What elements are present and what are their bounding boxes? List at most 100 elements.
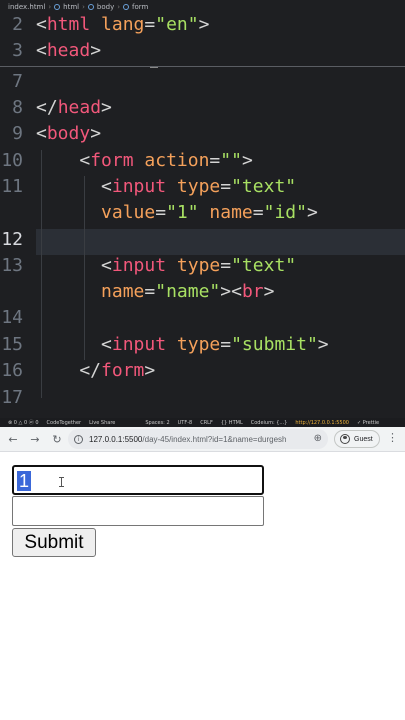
code-line[interactable]: 15 <input type="submit"> (0, 334, 405, 360)
line-number: 9 (12, 123, 23, 144)
code-line[interactable]: 2 <html lang="en"> (0, 14, 405, 40)
address-bar[interactable]: i 127.0.0.1:5500/day-45/index.html?id=1&… (68, 429, 328, 449)
status-item-spaces[interactable]: Spaces: 2 (145, 420, 169, 426)
code-token-pun (199, 202, 210, 223)
line-number: 7 (12, 71, 23, 92)
code-token-pun: > (90, 40, 102, 61)
code-token-tag: form (101, 360, 145, 381)
code-text: </form> (36, 360, 155, 381)
code-line[interactable]: 17 (0, 387, 405, 413)
url-path: /day-45/index.html?id=1&name=durgesh (142, 434, 287, 444)
code-token-str: "submit" (231, 334, 318, 355)
chevron-right-icon: › (82, 3, 85, 11)
text-cursor-icon (59, 477, 65, 487)
code-text: <body> (36, 123, 101, 144)
status-item-codetogether[interactable]: CodeTogether (47, 420, 82, 426)
element-icon (54, 4, 61, 10)
info-icon[interactable]: i (74, 434, 83, 444)
code-token-pun: < (36, 123, 47, 144)
code-token-pun: = (144, 14, 156, 35)
code-line[interactable]: 3 <head> (0, 40, 405, 66)
code-token-tag: br (241, 281, 264, 302)
code-token-pun: = (220, 255, 232, 276)
code-line[interactable]: 16 </form> (0, 360, 405, 386)
code-token-pun: = (209, 150, 221, 171)
code-token-pun: = (155, 202, 167, 223)
code-token-pun (90, 14, 101, 35)
code-token-pun: < (36, 150, 91, 171)
status-item-language[interactable]: {} HTML (221, 420, 243, 426)
code-token-str: "1" (166, 202, 199, 223)
line-number: 17 (1, 387, 23, 408)
breadcrumb-item-form[interactable]: form (132, 3, 148, 11)
zoom-icon[interactable]: ⊕ (314, 433, 322, 444)
name-input[interactable] (12, 496, 264, 526)
code-line[interactable]: 9 <body> (0, 123, 405, 149)
code-line[interactable]: 14 (0, 307, 405, 333)
url-text[interactable]: 127.0.0.1:5500/day-45/index.html?id=1&na… (89, 435, 301, 444)
code-token-pun: > (101, 97, 112, 118)
code-token-pun: < (36, 334, 112, 355)
id-input[interactable]: 1 (12, 465, 264, 495)
reload-icon[interactable]: ↻ (46, 428, 68, 450)
code-token-attr: type (176, 334, 221, 355)
code-token-pun (36, 281, 101, 302)
kebab-menu-icon[interactable]: ⋮ (387, 431, 398, 444)
submit-button[interactable]: Submit (12, 528, 96, 557)
line-number: 14 (1, 307, 23, 328)
code-line[interactable]: name="name"><br> (0, 281, 405, 307)
status-item-encoding[interactable]: UTF-8 (178, 420, 193, 426)
live-server-status[interactable]: http://127.0.0.1:5500 (295, 420, 349, 426)
code-editor[interactable]: index.html › html › body › form 2 <html l… (0, 0, 405, 418)
line-number: 16 (1, 360, 23, 381)
code-token-pun: > (198, 14, 210, 35)
code-line[interactable]: 7 (0, 71, 405, 97)
code-line[interactable]: value="1" name="id"> (0, 202, 405, 228)
code-line[interactable]: 10 <form action=""> (0, 150, 405, 176)
problems-counter[interactable]: ⊗ 0 △ 0 ⓦ 0 (8, 419, 39, 426)
code-token-tag: body (46, 123, 91, 144)
code-line[interactable]: 13 <input type="text" (0, 255, 405, 281)
back-arrow-icon[interactable]: ← (2, 428, 24, 450)
forward-arrow-icon[interactable]: → (24, 428, 46, 450)
code-text: </head> (36, 97, 112, 118)
code-token-pun: > (90, 123, 102, 144)
code-line[interactable]: 12 (0, 229, 405, 255)
code-token-pun: < (36, 255, 112, 276)
code-token-tag: head (46, 40, 91, 61)
code-token-str: "en" (155, 14, 199, 35)
breadcrumb-item-body[interactable]: body (97, 3, 114, 11)
code-token-pun: </ (36, 360, 102, 381)
status-item-codeium[interactable]: Codeium: {...} (251, 420, 288, 426)
line-number: 10 (1, 150, 23, 171)
web-page: 1 Submit (0, 452, 405, 720)
profile-button[interactable]: Guest (334, 430, 380, 448)
code-text: name="name"><br> (36, 281, 274, 302)
status-item-liveshare[interactable]: Live Share (89, 420, 115, 426)
breadcrumb-item-file[interactable]: index.html (8, 3, 45, 11)
code-token-tag: head (57, 97, 102, 118)
code-token-pun: > (144, 360, 156, 381)
code-token-tag: form (90, 150, 134, 171)
sticky-scroll-divider (0, 66, 405, 67)
code-token-attr: value (101, 202, 156, 223)
id-input-selected-value: 1 (17, 471, 32, 491)
code-token-pun: </ (36, 97, 58, 118)
code-token-pun: > (241, 150, 253, 171)
prettier-status[interactable]: ✓ Prettie (357, 420, 379, 426)
code-line[interactable]: 11 <input type="text" (0, 176, 405, 202)
code-token-str: "text" (231, 176, 297, 197)
code-text: value="1" name="id"> (36, 202, 318, 223)
sticky-scroll-marker (150, 67, 158, 68)
breadcrumb-item-html[interactable]: html (63, 3, 79, 11)
code-line[interactable]: 8 </head> (0, 97, 405, 123)
status-item-eol[interactable]: CRLF (200, 420, 213, 426)
code-text: <input type="text" (36, 255, 296, 276)
chevron-right-icon: › (117, 3, 121, 11)
code-token-pun: = (252, 202, 264, 223)
code-token-pun: > (306, 202, 318, 223)
code-token-pun (36, 202, 101, 223)
browser-toolbar: ← → ↻ i 127.0.0.1:5500/day-45/index.html… (0, 427, 405, 451)
code-token-pun (166, 176, 177, 197)
code-token-attr: name (101, 281, 145, 302)
